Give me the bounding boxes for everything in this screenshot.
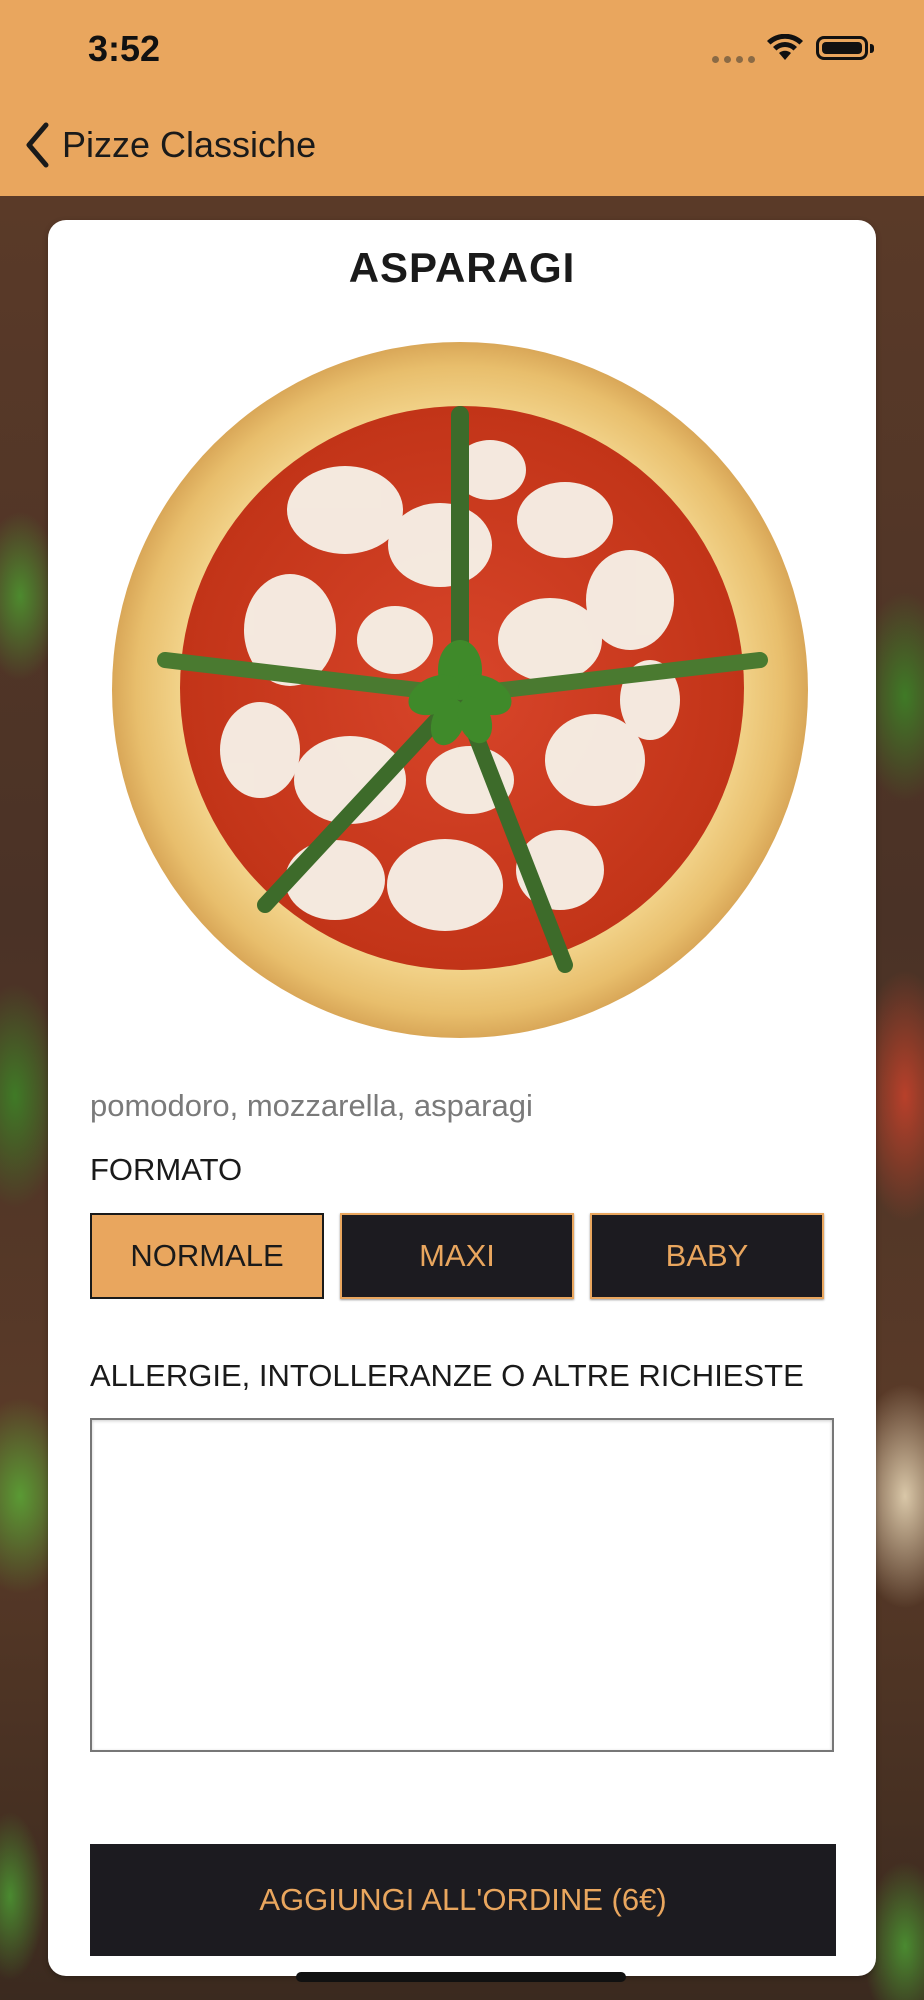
home-indicator [296,1972,626,1982]
back-button[interactable]: Pizze Classiche [24,122,316,168]
size-normale-button[interactable]: NORMALE [90,1213,324,1299]
battery-tip [870,44,874,53]
format-label: FORMATO [90,1152,243,1187]
cellular-signal-icon [712,56,755,63]
wifi-icon [767,34,803,60]
size-maxi-button[interactable]: MAXI [340,1213,574,1299]
allergies-notes-input[interactable] [90,1418,834,1752]
chevron-left-icon [26,122,49,168]
top-bar: 3:52 Pizze Classiche [0,0,924,196]
back-button-label: Pizze Classiche [62,124,317,165]
battery-icon [816,36,868,60]
allergies-label: ALLERGIE, INTOLLERANZE O ALTRE RICHIESTE [90,1358,804,1393]
size-baby-button[interactable]: BABY [590,1213,824,1299]
product-card: ASPARAGI pomodoro, mozzarella, asparagi … [48,220,876,1976]
status-time: 3:52 [88,28,161,69]
ingredients-text: pomodoro, mozzarella, asparagi [90,1088,533,1123]
pizza-image [112,342,808,1038]
product-title: ASPARAGI [348,244,576,291]
add-to-order-button[interactable]: AGGIUNGI ALL'ORDINE (6€) [90,1844,836,1956]
